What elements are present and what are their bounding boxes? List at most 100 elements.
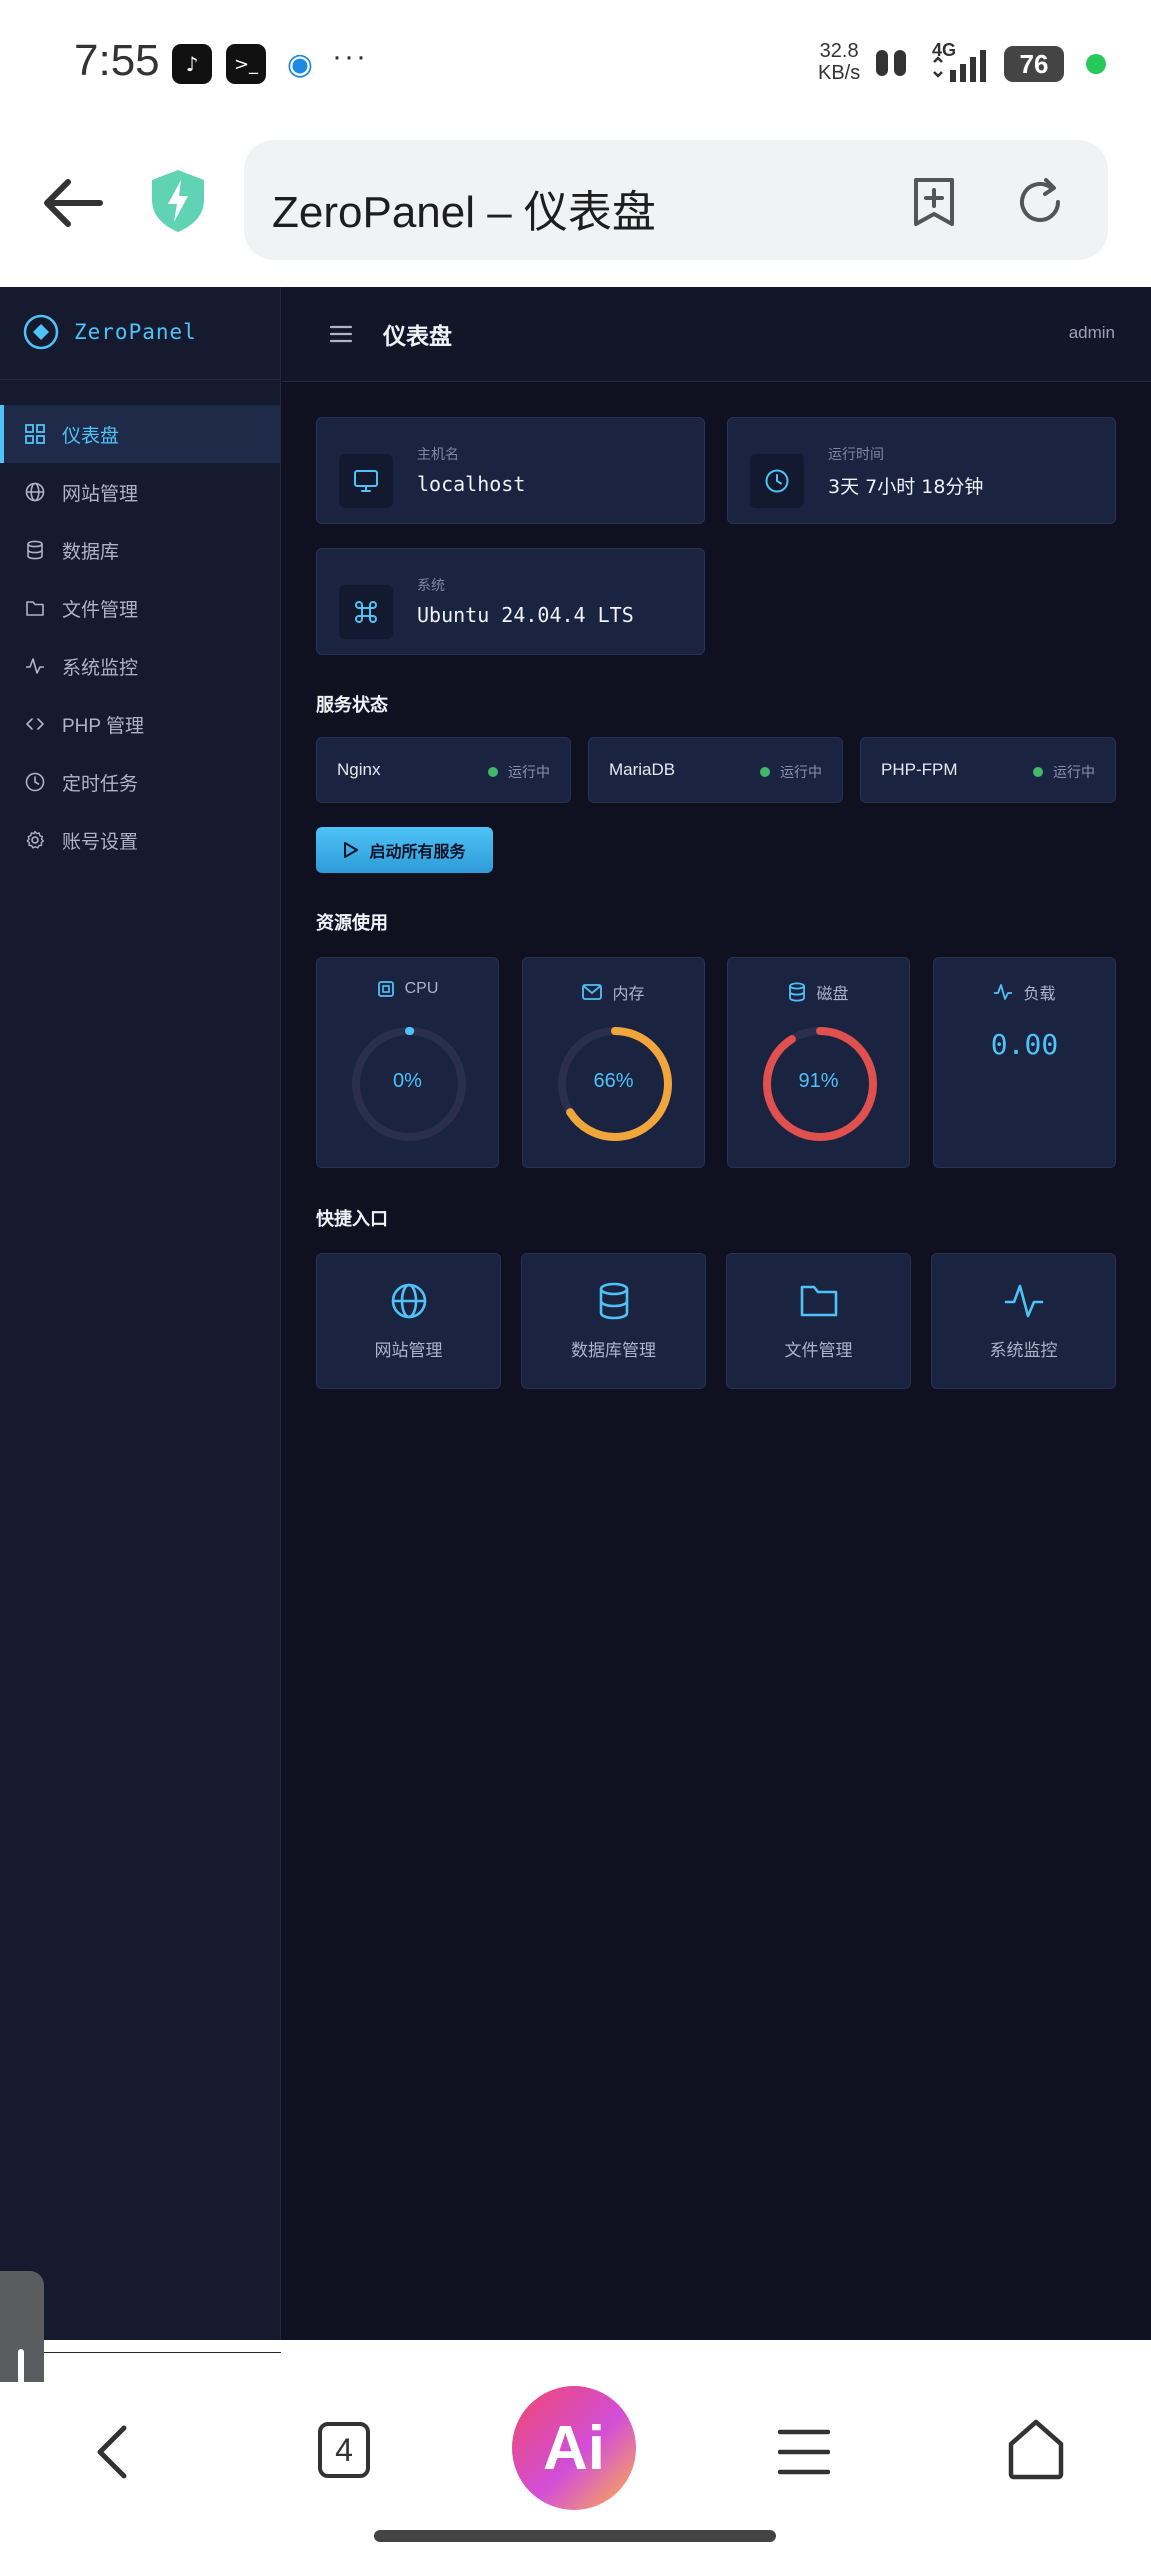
mail-icon	[582, 984, 603, 1000]
sidebar-item-cron[interactable]: 定时任务	[0, 753, 281, 811]
cpu-header: CPU	[317, 980, 498, 998]
memory-label: 内存	[612, 986, 645, 1003]
load-value: 0.00	[990, 1028, 1059, 1061]
hostname-label: 主机名	[417, 446, 459, 462]
privacy-indicator-dot	[1086, 54, 1106, 74]
status-dot	[1033, 767, 1043, 777]
sidebar-item-monitor[interactable]: 系统监控	[0, 637, 281, 695]
sidebar-item-php[interactable]: PHP 管理	[0, 695, 281, 753]
menu-icon[interactable]	[778, 2426, 830, 2478]
service-status-text: 运行中	[1053, 764, 1095, 780]
service-card-php-fpm: PHP-FPM 运行中	[860, 737, 1116, 803]
uptime-value: 3天 7小时 18分钟	[828, 476, 984, 498]
cpu-label: CPU	[404, 980, 439, 997]
gesture-bar	[374, 2530, 776, 2542]
tabs-button[interactable]: 4	[318, 2422, 370, 2478]
clock-icon	[24, 771, 46, 793]
signal-type: 4G	[932, 40, 956, 60]
logo-icon	[23, 314, 59, 350]
folder-icon	[24, 597, 46, 619]
network-speed: 32.8 KB/s	[818, 40, 860, 84]
back-arrow-icon[interactable]	[38, 168, 108, 238]
status-dot	[760, 767, 770, 777]
service-name: MariaDB	[609, 760, 676, 779]
tiktok-icon: ♪	[172, 44, 212, 84]
folder-icon	[727, 1282, 910, 1318]
quick-link-label: 网站管理	[374, 1341, 443, 1360]
home-icon[interactable]	[1006, 2418, 1066, 2480]
service-name: Nginx	[337, 760, 381, 779]
sidebar-nav: 仪表盘 网站管理 数据库 文件管理 系统监控 PHP 管理 定时任务 账号设置	[0, 405, 281, 869]
start-all-services-button[interactable]: 启动所有服务	[316, 827, 493, 873]
service-card-nginx: Nginx 运行中	[316, 737, 571, 803]
brand[interactable]: ZeroPanel	[0, 287, 281, 380]
status-bar: 7:55 ♪ >_ ◉ ··· 32.8 KB/s 4G 76	[0, 0, 1151, 132]
ai-assistant-button[interactable]: Ai	[512, 2386, 636, 2510]
sidebar-item-label: 网站管理	[62, 483, 139, 505]
cpu-icon	[377, 981, 394, 997]
terminal-icon: >_	[226, 44, 266, 84]
globe-icon	[317, 1282, 500, 1320]
sidebar-item-websites[interactable]: 网站管理	[0, 463, 281, 521]
clock: 7:55	[74, 36, 160, 85]
load-header: 负载	[934, 980, 1115, 1004]
quick-link-label: 系统监控	[989, 1341, 1058, 1360]
code-icon	[24, 713, 46, 735]
clock-icon	[750, 454, 804, 508]
brand-name: ZeroPanel	[74, 320, 197, 344]
quick-link-monitor[interactable]: 系统监控	[931, 1253, 1116, 1389]
back-icon[interactable]	[92, 2422, 132, 2482]
quick-link-label: 文件管理	[784, 1341, 853, 1360]
uptime-card: 运行时间 3天 7小时 18分钟	[727, 417, 1116, 524]
database-icon	[789, 982, 806, 1002]
sidebar-item-database[interactable]: 数据库	[0, 521, 281, 579]
sidebar-item-account[interactable]: 账号设置	[0, 811, 281, 869]
activity-icon	[24, 655, 46, 677]
quick-link-label: 数据库管理	[571, 1341, 656, 1360]
sidebar-item-label: 数据库	[62, 541, 120, 563]
sidebar: ZeroPanel 仪表盘 网站管理 数据库 文件管理 系统监控 PHP 管理 …	[0, 287, 281, 2353]
service-card-mariadb: MariaDB 运行中	[588, 737, 843, 803]
quick-link-websites[interactable]: 网站管理	[316, 1253, 501, 1389]
load-label: 负载	[1023, 986, 1056, 1003]
reload-icon[interactable]	[1012, 174, 1068, 230]
activity-icon	[994, 984, 1013, 1000]
browser-bottom-nav: 4 Ai	[0, 2382, 1151, 2560]
resources-title: 资源使用	[316, 913, 388, 933]
database-icon	[24, 539, 46, 561]
quick-links-title: 快捷入口	[316, 1209, 388, 1229]
browser-icon: ◉	[280, 44, 320, 84]
activity-icon	[932, 1282, 1115, 1320]
battery-icon: 76	[1004, 46, 1064, 82]
gear-icon	[24, 829, 46, 851]
sidebar-item-label: PHP 管理	[62, 715, 145, 737]
add-bookmark-icon[interactable]	[906, 174, 962, 230]
load-card: 负载 0.00	[933, 957, 1116, 1168]
command-icon	[339, 585, 393, 639]
service-status: 运行中	[1033, 762, 1095, 782]
system-card: 系统 Ubuntu 24.04.4 LTS	[316, 548, 705, 655]
sidebar-item-files[interactable]: 文件管理	[0, 579, 281, 637]
quick-link-database[interactable]: 数据库管理	[521, 1253, 706, 1389]
sidebar-item-label: 系统监控	[62, 657, 139, 679]
sidebar-item-label: 账号设置	[62, 831, 139, 853]
status-dot	[488, 767, 498, 777]
quick-link-files[interactable]: 文件管理	[726, 1253, 911, 1389]
page-title: 仪表盘	[383, 323, 452, 349]
url-title[interactable]: ZeroPanel – 仪表盘	[272, 176, 656, 240]
memory-value: 66%	[593, 1070, 634, 1092]
service-status: 运行中	[760, 762, 822, 782]
user-menu[interactable]: admin	[1069, 323, 1115, 343]
service-status: 运行中	[488, 762, 550, 782]
menu-icon[interactable]	[328, 321, 354, 347]
grid-icon	[24, 423, 46, 445]
service-name: PHP-FPM	[881, 760, 958, 779]
security-shield-icon[interactable]	[148, 168, 208, 234]
sidebar-item-label: 仪表盘	[62, 425, 120, 447]
monitor-icon	[339, 454, 393, 508]
sidebar-item-dashboard[interactable]: 仪表盘	[0, 405, 281, 463]
sidebar-item-label: 定时任务	[62, 773, 139, 795]
cpu-card: CPU 0%	[316, 957, 499, 1168]
network-speed-value: 32.8	[819, 40, 859, 62]
system-value: Ubuntu 24.04.4 LTS	[417, 603, 634, 627]
